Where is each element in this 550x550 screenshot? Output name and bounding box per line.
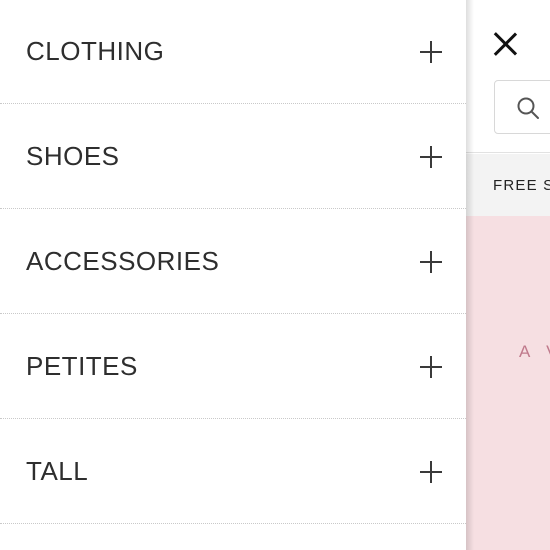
menu-item-tall[interactable]: TALL [0,420,466,524]
page-header [466,0,550,153]
plus-icon[interactable] [420,460,442,483]
promo-text: FREE S [493,176,550,194]
close-icon[interactable] [492,31,518,57]
promo-banner[interactable]: FREE S [466,154,550,216]
hero-banner[interactable]: A V [466,216,550,550]
plus-icon[interactable] [420,355,442,378]
menu-item-petites[interactable]: PETITES [0,315,466,419]
plus-icon[interactable] [420,145,442,168]
menu-item-clothing[interactable]: CLOTHING [0,0,466,104]
plus-icon[interactable] [420,250,442,273]
menu-item-label: SHOES [26,141,120,171]
menu-item-label: CLOTHING [26,36,165,66]
menu-item-accessories[interactable]: ACCESSORIES [0,210,466,314]
menu-item-label: TALL [26,456,89,486]
drawer-shadow [466,0,474,550]
underlying-page: FREE S A V [466,0,550,550]
menu-item-label: PETITES [26,351,138,381]
nav-drawer: CLOTHING SHOES ACCESSORIES PETITES TALL [0,0,466,550]
menu-item-shoes[interactable]: SHOES [0,105,466,209]
hero-text: A V [519,342,550,361]
search-icon [517,97,539,119]
search-input[interactable] [494,80,550,134]
menu-item-label: ACCESSORIES [26,246,220,276]
plus-icon[interactable] [420,40,442,63]
